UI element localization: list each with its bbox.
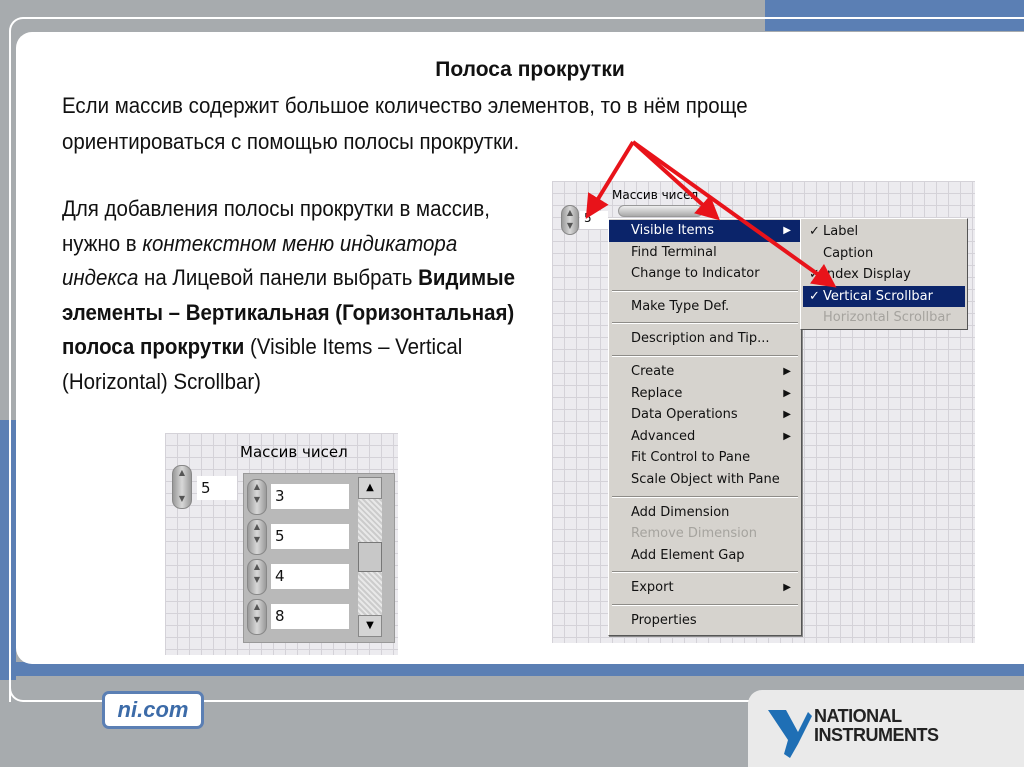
annotation-arrows [585,140,837,288]
arrow-to-index [585,140,635,219]
arrow-to-vertical-scrollbar [631,140,837,288]
ni-com-link[interactable]: ni.com [102,691,204,729]
ni-logo-text: NATIONAL INSTRUMENTS [814,706,939,745]
ni-logo-icon [768,710,812,758]
